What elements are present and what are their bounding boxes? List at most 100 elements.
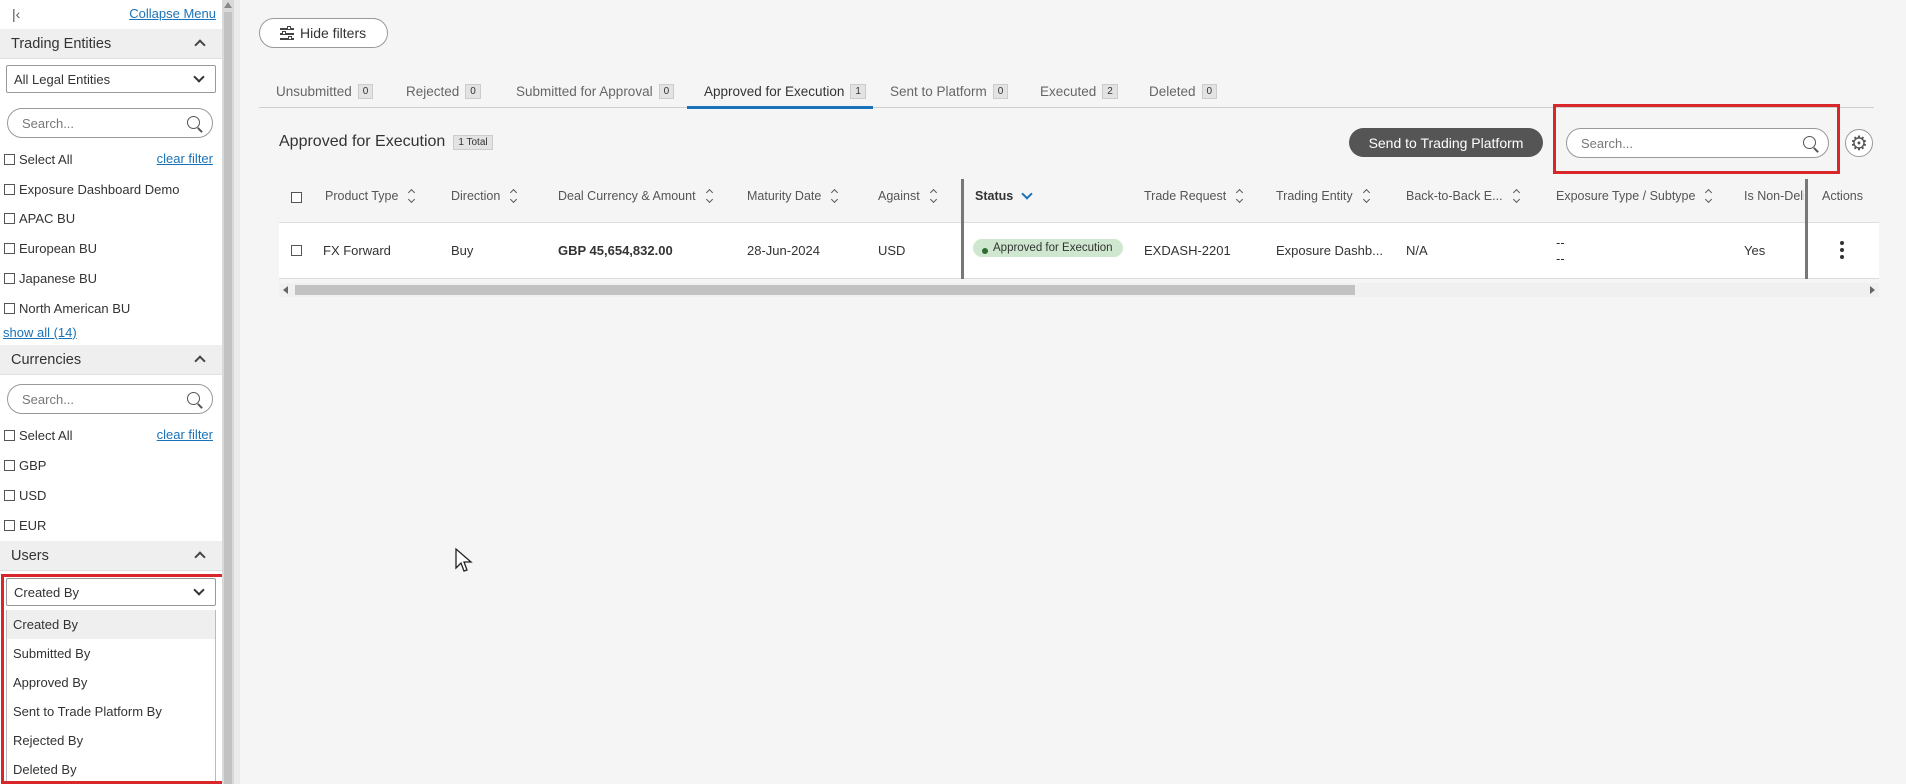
currencies-header[interactable]: Currencies bbox=[0, 345, 222, 375]
row-checkbox[interactable] bbox=[291, 245, 302, 256]
checkbox[interactable] bbox=[4, 302, 15, 314]
scrollbar-thumb[interactable] bbox=[224, 12, 232, 784]
col-direction[interactable]: Direction bbox=[451, 189, 518, 203]
entity-item[interactable]: Exposure Dashboard Demo bbox=[4, 179, 179, 199]
checkbox[interactable] bbox=[4, 489, 15, 501]
tab-sent[interactable]: Sent to Platform 0 bbox=[873, 74, 1023, 108]
currencies-search[interactable] bbox=[7, 384, 213, 414]
scroll-up-icon[interactable] bbox=[224, 2, 232, 8]
entity-label: Exposure Dashboard Demo bbox=[19, 181, 180, 197]
col-status[interactable]: Status bbox=[975, 187, 1033, 203]
currency-item[interactable]: EUR bbox=[4, 515, 46, 535]
gear-icon[interactable]: ⚙ bbox=[1845, 129, 1873, 157]
col-trade-request[interactable]: Trade Request bbox=[1144, 189, 1244, 203]
header-label: Direction bbox=[451, 189, 501, 203]
main-search-input[interactable] bbox=[1581, 136, 1781, 151]
dropdown-option[interactable]: Submitted By bbox=[7, 639, 215, 668]
sort-icon[interactable] bbox=[1705, 190, 1713, 202]
col-against[interactable]: Against bbox=[878, 189, 938, 203]
entities-search[interactable] bbox=[7, 108, 213, 138]
sort-icon[interactable] bbox=[706, 190, 714, 202]
entity-item[interactable]: APAC BU bbox=[4, 208, 75, 228]
sort-icon[interactable] bbox=[1363, 190, 1371, 202]
collapse-menu-link[interactable]: Collapse Menu bbox=[129, 6, 216, 21]
col-exposure-type[interactable]: Exposure Type / Subtype bbox=[1556, 189, 1713, 203]
entity-item[interactable]: North American BU bbox=[4, 298, 130, 318]
table-row[interactable]: FX Forward Buy GBP 45,654,832.00 28-Jun-… bbox=[279, 223, 1879, 279]
col-product-type[interactable]: Product Type bbox=[325, 189, 416, 203]
trading-entities-header[interactable]: Trading Entities bbox=[0, 29, 222, 59]
sort-icon[interactable] bbox=[408, 190, 416, 202]
tab-deleted[interactable]: Deleted 0 bbox=[1132, 74, 1232, 108]
col-deal-amount[interactable]: Deal Currency & Amount bbox=[558, 189, 714, 203]
col-non-deli[interactable]: Is Non-Deli bbox=[1744, 189, 1804, 203]
tab-unsubmitted[interactable]: Unsubmitted 0 bbox=[259, 74, 389, 108]
header-label: Actions bbox=[1822, 189, 1863, 203]
select-all-entities[interactable]: Select All bbox=[4, 149, 72, 169]
chevron-up-icon[interactable] bbox=[194, 551, 206, 563]
main-search[interactable] bbox=[1566, 128, 1829, 158]
sidebar-scrollbar[interactable] bbox=[222, 0, 234, 784]
checkbox[interactable] bbox=[4, 153, 15, 165]
cell-trade-request: EXDASH-2201 bbox=[1144, 243, 1231, 258]
checkbox[interactable] bbox=[4, 212, 15, 224]
users-select[interactable]: Created By bbox=[6, 578, 216, 606]
users-header[interactable]: Users bbox=[0, 541, 222, 571]
hide-filters-button[interactable]: Hide filters bbox=[259, 18, 388, 48]
tab-submitted[interactable]: Submitted for Approval 0 bbox=[499, 74, 687, 108]
checkbox[interactable] bbox=[4, 429, 15, 441]
search-icon[interactable] bbox=[187, 392, 200, 405]
checkbox[interactable] bbox=[4, 183, 15, 195]
search-icon[interactable] bbox=[187, 116, 200, 129]
dropdown-option[interactable]: Rejected By bbox=[7, 726, 215, 755]
col-back-to-back[interactable]: Back-to-Back E... bbox=[1406, 189, 1521, 203]
send-to-trading-platform-button[interactable]: Send to Trading Platform bbox=[1349, 128, 1543, 157]
sort-icon[interactable] bbox=[1236, 190, 1244, 202]
currency-item[interactable]: GBP bbox=[4, 455, 46, 475]
search-icon[interactable] bbox=[1803, 136, 1816, 149]
double-chevron-left-icon[interactable]: |‹ bbox=[12, 6, 20, 22]
clear-filter-currencies[interactable]: clear filter bbox=[157, 427, 213, 442]
entities-search-input[interactable] bbox=[22, 116, 182, 131]
tab-executed[interactable]: Executed 2 bbox=[1023, 74, 1132, 108]
tab-approved[interactable]: Approved for Execution 1 bbox=[687, 74, 873, 109]
col-trading-entity[interactable]: Trading Entity bbox=[1276, 189, 1371, 203]
select-value: Created By bbox=[14, 585, 80, 600]
entity-item[interactable]: Japanese BU bbox=[4, 268, 97, 288]
checkbox[interactable] bbox=[4, 459, 15, 471]
section-title: Trading Entities bbox=[11, 36, 112, 52]
checkbox[interactable] bbox=[4, 242, 15, 254]
dropdown-option[interactable]: Sent to Trade Platform By bbox=[7, 697, 215, 726]
dropdown-option[interactable]: Deleted By bbox=[7, 755, 215, 784]
sort-icon[interactable] bbox=[930, 190, 938, 202]
status-badge: Approved for Execution bbox=[973, 239, 1123, 257]
chevron-down-icon bbox=[193, 71, 205, 83]
checkbox[interactable] bbox=[4, 272, 15, 284]
scroll-left-icon[interactable] bbox=[283, 286, 288, 294]
chevron-up-icon[interactable] bbox=[194, 39, 206, 51]
scroll-right-icon[interactable] bbox=[1870, 286, 1875, 294]
dropdown-option[interactable]: Created By bbox=[7, 610, 215, 639]
sort-icon[interactable] bbox=[510, 190, 518, 202]
legal-entities-select[interactable]: All Legal Entities bbox=[6, 65, 216, 93]
more-vert-icon[interactable] bbox=[1840, 241, 1844, 261]
chevron-down-icon[interactable] bbox=[1021, 187, 1033, 200]
currencies-search-input[interactable] bbox=[22, 392, 182, 407]
sort-icon[interactable] bbox=[1513, 190, 1521, 202]
select-all-checkbox[interactable] bbox=[291, 192, 302, 203]
tab-rejected[interactable]: Rejected 0 bbox=[389, 74, 499, 108]
horizontal-scrollbar[interactable] bbox=[279, 283, 1879, 297]
chevron-up-icon[interactable] bbox=[194, 355, 206, 367]
scrollbar-thumb[interactable] bbox=[295, 285, 1355, 295]
entity-item[interactable]: European BU bbox=[4, 238, 97, 258]
clear-filter-entities[interactable]: clear filter bbox=[157, 151, 213, 166]
currency-label: USD bbox=[19, 487, 47, 503]
checkbox[interactable] bbox=[4, 519, 15, 531]
select-all-currencies[interactable]: Select All bbox=[4, 425, 72, 445]
dropdown-option[interactable]: Approved By bbox=[7, 668, 215, 697]
show-all-entities-link[interactable]: show all (14) bbox=[3, 325, 77, 340]
col-maturity[interactable]: Maturity Date bbox=[747, 189, 839, 203]
select-all-label: Select All bbox=[19, 427, 73, 443]
sort-icon[interactable] bbox=[831, 190, 839, 202]
currency-item[interactable]: USD bbox=[4, 485, 46, 505]
